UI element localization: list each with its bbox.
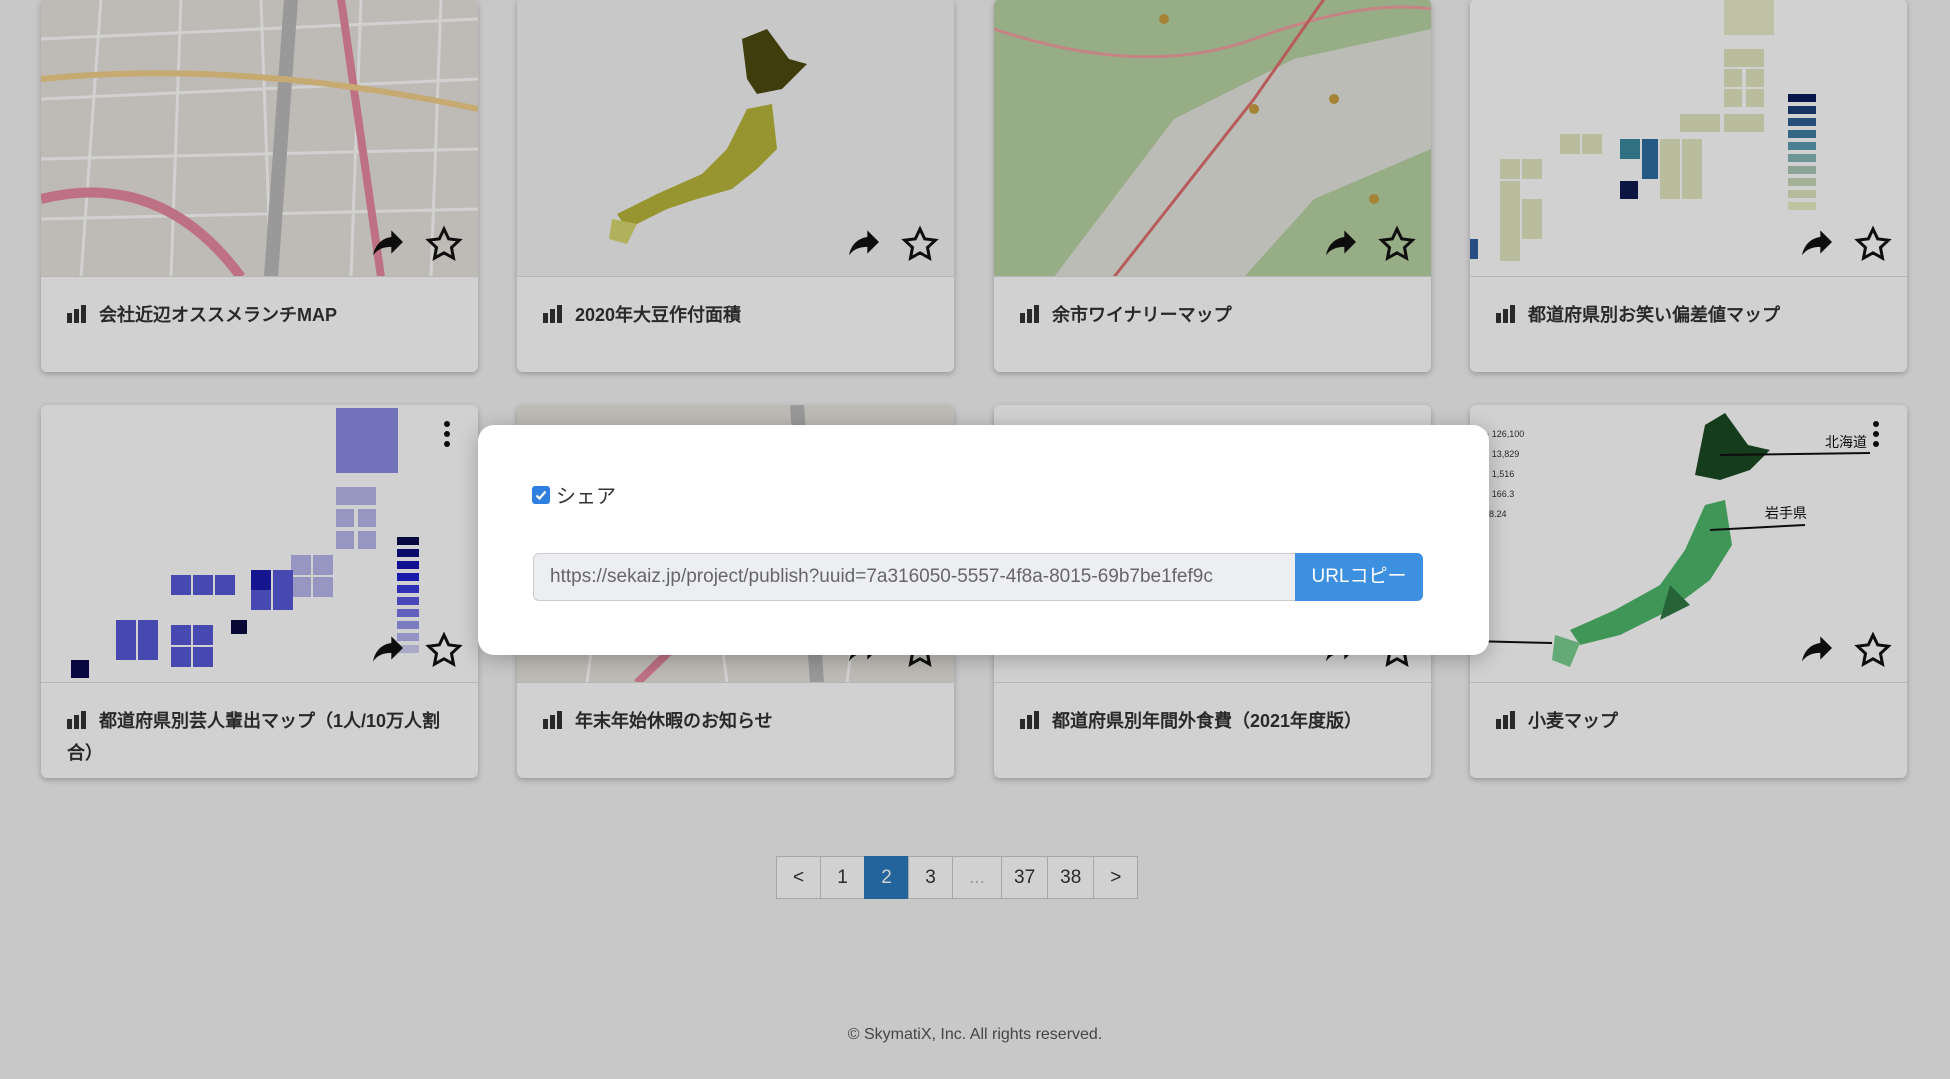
copy-url-button[interactable]: URLコピー — [1295, 553, 1423, 601]
share-url-field[interactable]: https://sekaiz.jp/project/publish?uuid=7… — [533, 553, 1300, 601]
share-modal: シェア https://sekaiz.jp/project/publish?uu… — [478, 425, 1489, 655]
check-icon — [535, 490, 547, 500]
share-checkbox-label: シェア — [556, 486, 616, 508]
share-checkbox[interactable] — [532, 485, 550, 504]
share-checkbox-row[interactable]: シェア — [532, 480, 616, 509]
